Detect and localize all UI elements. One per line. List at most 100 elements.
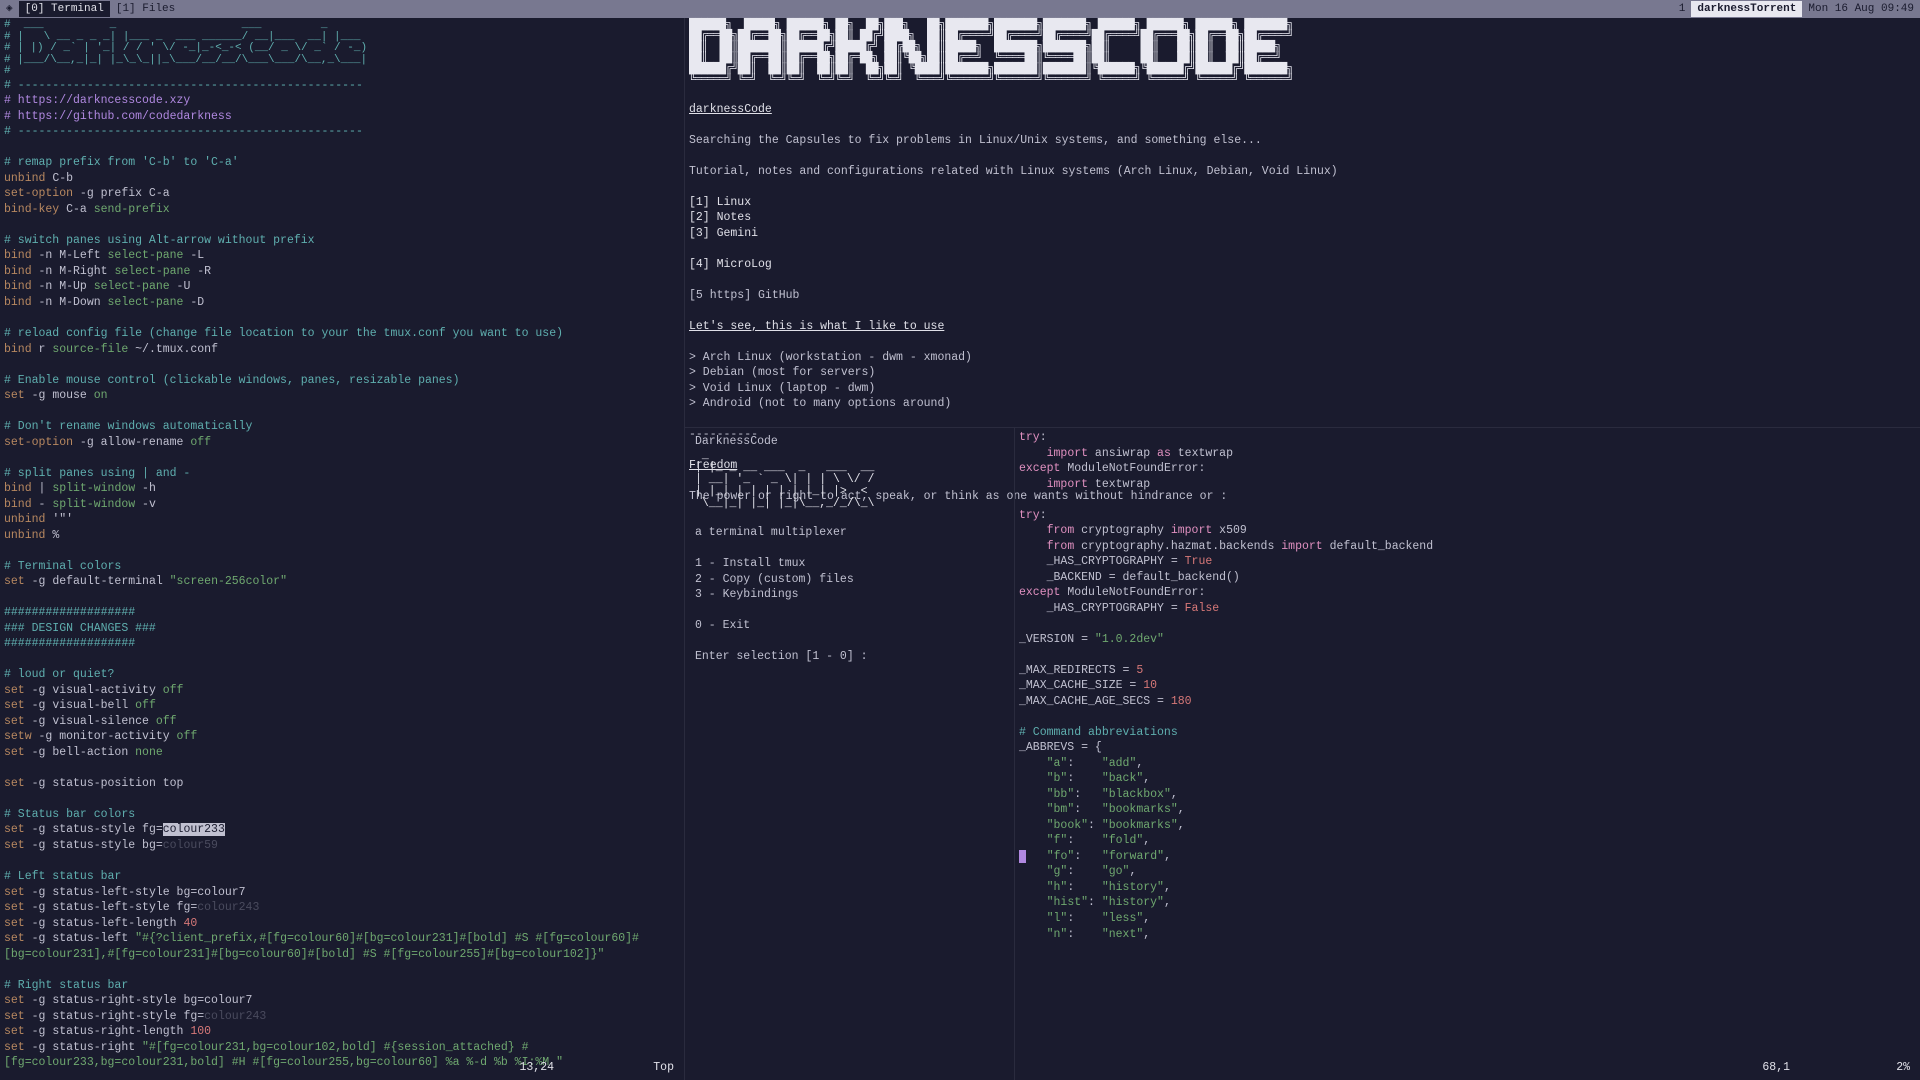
config-line: set -g status-left-style fg=colour243 bbox=[4, 900, 680, 916]
code-line: "fo": "forward", bbox=[1019, 849, 1916, 865]
ascii-logo-darknesscode: # ___ _ ___ _ # | \ __ _ _ _| |___ _ ___… bbox=[4, 20, 680, 78]
clock: Mon 16 Aug 09:49 bbox=[1802, 1, 1920, 18]
separator: # --------------------------------------… bbox=[4, 124, 680, 140]
config-line: bind -n M-Down select-pane -D bbox=[4, 295, 680, 311]
vim-cursor-pos: 13,24 bbox=[519, 1060, 554, 1076]
session-icon: ◈ bbox=[0, 1, 19, 18]
menu-item[interactable]: 2 - Copy (custom) files bbox=[695, 572, 1004, 588]
config-line: bind r source-file ~/.tmux.conf bbox=[4, 342, 680, 358]
config-line: set -g status-style bg=colour59 bbox=[4, 838, 680, 854]
pane-shell-menu[interactable]: DarknessCode _ | |_ _ __ ___ _ ___ __ | … bbox=[685, 428, 1015, 1080]
config-line: set-option -g prefix C-a bbox=[4, 186, 680, 202]
config-line: unbind % bbox=[4, 528, 680, 544]
code-line: "n": "next", bbox=[1019, 927, 1916, 943]
config-line: set -g status-right-style fg=colour243 bbox=[4, 1009, 680, 1025]
menu-item[interactable]: 3 - Keybindings bbox=[695, 587, 1004, 603]
gemini-link[interactable]: [3] Gemini bbox=[689, 226, 1916, 242]
gemini-link[interactable]: [5 https] GitHub bbox=[689, 288, 1916, 304]
config-line: set -g status-right-length 100 bbox=[4, 1024, 680, 1040]
config-line: set -g visual-silence off bbox=[4, 714, 680, 730]
url-line: # https://darkncesscode.xzy bbox=[4, 93, 680, 109]
code-line: "bb": "blackbox", bbox=[1019, 787, 1916, 803]
code-line: "a": "add", bbox=[1019, 756, 1916, 772]
config-line: bind -n M-Right select-pane -R bbox=[4, 264, 680, 280]
vim-scroll-pos: Top bbox=[653, 1060, 674, 1076]
bottom-row: DarknessCode _ | |_ _ __ ___ _ ___ __ | … bbox=[685, 428, 1920, 1080]
pane-gemini-browser[interactable]: ██████╗ █████╗ ██████╗ ██╗ ██╗███╗ ██╗██… bbox=[685, 18, 1920, 428]
session-name: darknessTorrent bbox=[1691, 1, 1802, 18]
code-line: _MAX_CACHE_SIZE = 10 bbox=[1019, 678, 1916, 694]
code-line: "hist": "history", bbox=[1019, 895, 1916, 911]
code-line: from cryptography.hazmat.backends import… bbox=[1019, 539, 1916, 555]
pane-vim-python[interactable]: try: import ansiwrap as textwrap except … bbox=[1015, 428, 1920, 1080]
code-line: "f": "fold", bbox=[1019, 833, 1916, 849]
config-line: set -g status-right-style bg=colour7 bbox=[4, 993, 680, 1009]
config-line: set -g visual-bell off bbox=[4, 698, 680, 714]
gemini-heading: Let's see, this is what I like to use bbox=[689, 319, 1916, 335]
comment: # remap prefix from 'C-b' to 'C-a' bbox=[4, 155, 680, 171]
tmux-window-1[interactable]: [1] Files bbox=[110, 1, 181, 18]
menu-item[interactable]: 0 - Exit bbox=[695, 618, 1004, 634]
gemini-bullet: > Debian (most for servers) bbox=[689, 365, 1916, 381]
tmux-window-0[interactable]: [0] Terminal bbox=[19, 1, 110, 18]
config-line: bind -n M-Up select-pane -U bbox=[4, 279, 680, 295]
vim-scroll-pos: 2% bbox=[1896, 1060, 1910, 1076]
code-line: _MAX_CACHE_AGE_SECS = 180 bbox=[1019, 694, 1916, 710]
config-line: set -g status-left "#{?client_prefix,#[f… bbox=[4, 931, 680, 962]
code-line: _ABBREVS = { bbox=[1019, 740, 1916, 756]
config-line: set -g status-position top bbox=[4, 776, 680, 792]
gemini-link[interactable]: [1] Linux bbox=[689, 195, 1916, 211]
comment: # Don't rename windows automatically bbox=[4, 419, 680, 435]
config-line: bind | split-window -h bbox=[4, 481, 680, 497]
gemini-link[interactable]: [2] Notes bbox=[689, 210, 1916, 226]
config-line: bind -n M-Left select-pane -L bbox=[4, 248, 680, 264]
comment: # switch panes using Alt-arrow without p… bbox=[4, 233, 680, 249]
ascii-banner-darknesscode: ██████╗ █████╗ ██████╗ ██╗ ██╗███╗ ██╗██… bbox=[689, 20, 1916, 86]
right-column: ██████╗ █████╗ ██████╗ ██╗ ██╗███╗ ██╗██… bbox=[685, 18, 1920, 1080]
comment: # reload config file (change file locati… bbox=[4, 326, 680, 342]
vim-cursor-pos: 68,1 bbox=[1762, 1060, 1790, 1076]
design-sep: ################### bbox=[4, 605, 680, 621]
code-line: except ModuleNotFoundError: bbox=[1019, 461, 1916, 477]
shell-title: DarknessCode bbox=[695, 434, 1004, 450]
config-line: set -g mouse on bbox=[4, 388, 680, 404]
code-line: except ModuleNotFoundError: bbox=[1019, 585, 1916, 601]
ascii-logo-tmux: _ | |_ _ __ ___ _ ___ __ | __| '_ ` _ \|… bbox=[695, 450, 1004, 510]
comment: # Command abbreviations bbox=[1019, 725, 1916, 741]
code-line: _HAS_CRYPTOGRAPHY = True bbox=[1019, 554, 1916, 570]
shell-prompt[interactable]: Enter selection [1 - 0] : bbox=[695, 649, 1004, 665]
code-line: "h": "history", bbox=[1019, 880, 1916, 896]
separator: # --------------------------------------… bbox=[4, 78, 680, 94]
design-sep: ################### bbox=[4, 636, 680, 652]
gemini-bullet: > Android (not to many options around) bbox=[689, 396, 1916, 412]
comment: # Terminal colors bbox=[4, 559, 680, 575]
config-line: setw -g monitor-activity off bbox=[4, 729, 680, 745]
config-line: set -g default-terminal "screen-256color… bbox=[4, 574, 680, 590]
code-line: _BACKEND = default_backend() bbox=[1019, 570, 1916, 586]
comment: # Left status bar bbox=[4, 869, 680, 885]
gemini-bullet: > Void Linux (laptop - dwm) bbox=[689, 381, 1916, 397]
code-line: import textwrap bbox=[1019, 477, 1916, 493]
config-line: set -g status-style fg=colour233 bbox=[4, 822, 680, 838]
comment: # loud or quiet? bbox=[4, 667, 680, 683]
design-title: ### DESIGN CHANGES ### bbox=[4, 621, 680, 637]
code-line: _VERSION = "1.0.2dev" bbox=[1019, 632, 1916, 648]
config-line: set -g bell-action none bbox=[4, 745, 680, 761]
cursor-selection: colour233 bbox=[163, 823, 225, 836]
code-line: try: bbox=[1019, 430, 1916, 446]
config-line: set -g status-right "#[fg=colour231,bg=c… bbox=[4, 1040, 680, 1071]
config-line: bind - split-window -v bbox=[4, 497, 680, 513]
comment: # Status bar colors bbox=[4, 807, 680, 823]
comment: # Enable mouse control (clickable window… bbox=[4, 373, 680, 389]
statusbar-left: ◈ [0] Terminal [1] Files bbox=[0, 1, 1673, 18]
menu-item[interactable]: 1 - Install tmux bbox=[695, 556, 1004, 572]
code-line: "b": "back", bbox=[1019, 771, 1916, 787]
gemini-link[interactable]: [4] MicroLog bbox=[689, 257, 1916, 273]
code-line: "book": "bookmarks", bbox=[1019, 818, 1916, 834]
pane-vim-tmuxconf[interactable]: # ___ _ ___ _ # | \ __ _ _ _| |___ _ ___… bbox=[0, 18, 685, 1080]
config-line: set -g status-left-style bg=colour7 bbox=[4, 885, 680, 901]
code-line: "g": "go", bbox=[1019, 864, 1916, 880]
code-line: "bm": "bookmarks", bbox=[1019, 802, 1916, 818]
config-line: unbind '"' bbox=[4, 512, 680, 528]
cursor bbox=[1019, 850, 1026, 863]
